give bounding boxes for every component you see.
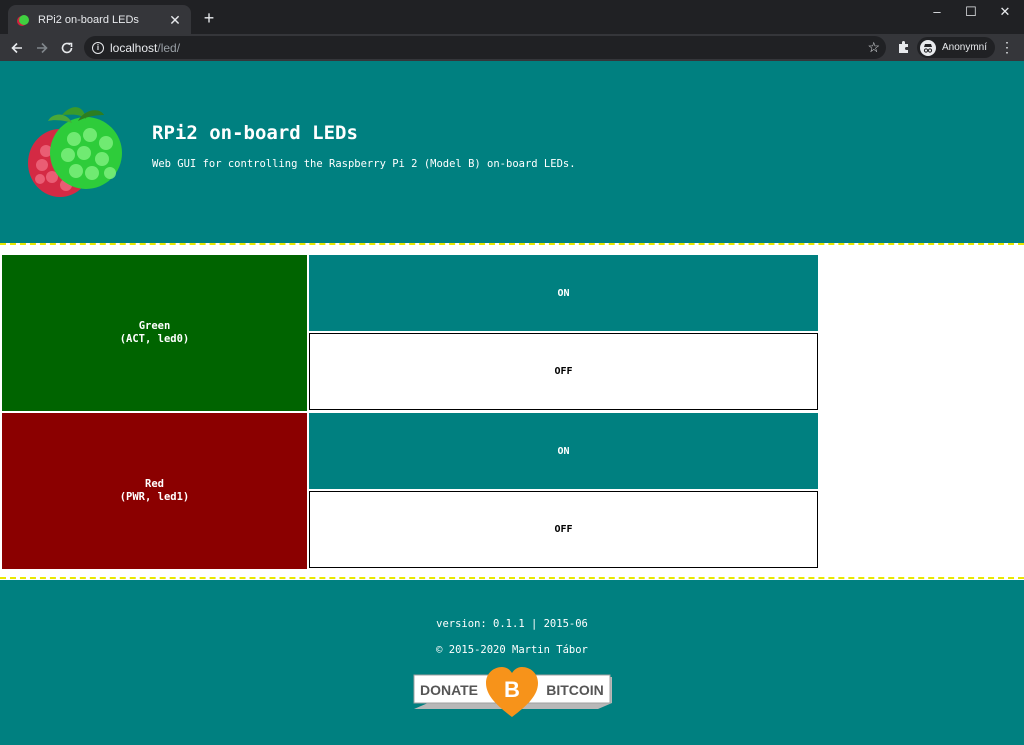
profile-button[interactable]: Anonymní xyxy=(917,37,996,58)
page-footer: version: 0.1.1 | 2015-06 © 2015-2020 Mar… xyxy=(0,580,1024,745)
tab-close-icon[interactable]: ✕ xyxy=(167,12,183,28)
extensions-puzzle-icon[interactable] xyxy=(896,39,912,55)
url-host: localhost xyxy=(110,40,158,55)
reload-icon xyxy=(61,42,73,54)
header-divider xyxy=(0,243,1024,245)
tab-title: RPi2 on-board LEDs xyxy=(38,13,139,26)
browser-tabstrip: RPi2 on-board LEDs ✕ + – ☐ ✕ xyxy=(0,0,1024,34)
arrow-left-icon xyxy=(11,42,22,54)
raspberry-logo xyxy=(28,107,122,197)
version-text: version: 0.1.1 | 2015-06 xyxy=(436,618,588,630)
green-off-button[interactable]: OFF xyxy=(309,333,818,410)
back-button[interactable] xyxy=(6,37,28,59)
bitcoin-icon: B xyxy=(504,677,520,702)
led-label-green: Green (ACT, led0) xyxy=(2,255,307,411)
copyright-text: © 2015-2020 Martin Tábor xyxy=(436,644,588,656)
led-name: Red xyxy=(145,478,164,490)
led-name: Green xyxy=(138,320,171,332)
close-window-button[interactable]: ✕ xyxy=(988,2,1022,22)
donate-right-text: BITCOIN xyxy=(546,682,604,698)
url-path: /led/ xyxy=(157,40,181,55)
kebab-menu-icon[interactable]: ⋮ xyxy=(1000,38,1014,56)
red-on-button[interactable]: ON xyxy=(309,413,818,489)
green-on-button[interactable]: ON xyxy=(309,255,818,331)
led-label-red: Red (PWR, led1) xyxy=(2,413,307,569)
address-bar[interactable]: i localhost/led/ ☆ xyxy=(84,36,886,59)
new-tab-button[interactable]: + xyxy=(200,9,218,27)
bookmark-star-icon[interactable]: ☆ xyxy=(867,39,880,56)
arrow-right-icon xyxy=(37,42,48,54)
maximize-button[interactable]: ☐ xyxy=(954,2,988,22)
donate-left-text: DONATE xyxy=(420,682,478,698)
incognito-avatar-icon xyxy=(920,39,936,56)
page-header: RPi2 on-board LEDs Web GUI for controlli… xyxy=(0,61,1024,243)
browser-toolbar: i localhost/led/ ☆ Anonymní ⋮ xyxy=(0,34,1024,61)
raspberry-favicon-icon xyxy=(17,14,29,26)
donate-bitcoin-button[interactable]: DONATE BITCOIN B xyxy=(412,667,612,719)
led-detail: (PWR, led1) xyxy=(119,491,190,503)
page-title: RPi2 on-board LEDs xyxy=(152,122,358,144)
info-icon[interactable]: i xyxy=(92,41,104,54)
forward-button[interactable] xyxy=(31,37,53,59)
red-off-button[interactable]: OFF xyxy=(309,491,818,568)
footer-divider xyxy=(0,577,1024,579)
reload-button[interactable] xyxy=(56,37,78,59)
browser-tab[interactable]: RPi2 on-board LEDs ✕ xyxy=(8,5,191,34)
profile-label: Anonymní xyxy=(942,42,988,53)
minimize-button[interactable]: – xyxy=(920,2,954,22)
page-subtitle: Web GUI for controlling the Raspberry Pi… xyxy=(152,158,576,170)
led-detail: (ACT, led0) xyxy=(119,333,190,345)
